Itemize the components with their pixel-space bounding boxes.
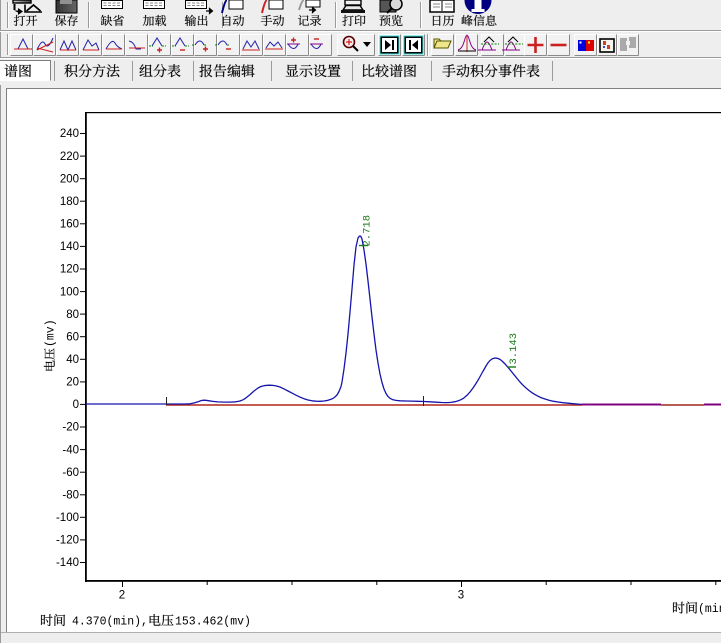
svg-text:3.143: 3.143	[508, 333, 520, 365]
svg-text:20: 20	[66, 377, 79, 389]
svg-text:80: 80	[66, 309, 79, 321]
svg-text:(min): (min)	[698, 603, 721, 616]
svg-text:220: 220	[60, 151, 79, 163]
svg-text:-40: -40	[62, 444, 79, 456]
svg-text:2: 2	[119, 590, 125, 602]
svg-text:180: 180	[60, 196, 79, 208]
svg-text:0: 0	[73, 399, 79, 411]
svg-text:40: 40	[66, 354, 79, 366]
svg-text:100: 100	[60, 286, 79, 298]
svg-text:200: 200	[60, 173, 79, 185]
svg-text:-120: -120	[56, 535, 79, 547]
svg-text:240: 240	[60, 128, 79, 140]
svg-text:140: 140	[60, 241, 79, 253]
svg-text:153.462(mv): 153.462(mv)	[175, 616, 251, 629]
svg-text:3: 3	[458, 590, 464, 602]
svg-text:(mv): (mv)	[45, 319, 58, 347]
svg-text:2.718: 2.718	[362, 215, 374, 247]
svg-text:-60: -60	[62, 467, 79, 479]
svg-text:4.370(min),: 4.370(min),	[72, 616, 148, 629]
svg-text:60: 60	[66, 331, 79, 343]
svg-text:-140: -140	[56, 557, 79, 569]
svg-text:120: 120	[60, 264, 79, 276]
svg-text:-100: -100	[56, 512, 79, 524]
svg-text:-20: -20	[62, 422, 79, 434]
svg-text:-80: -80	[62, 490, 79, 502]
svg-text:160: 160	[60, 219, 79, 231]
